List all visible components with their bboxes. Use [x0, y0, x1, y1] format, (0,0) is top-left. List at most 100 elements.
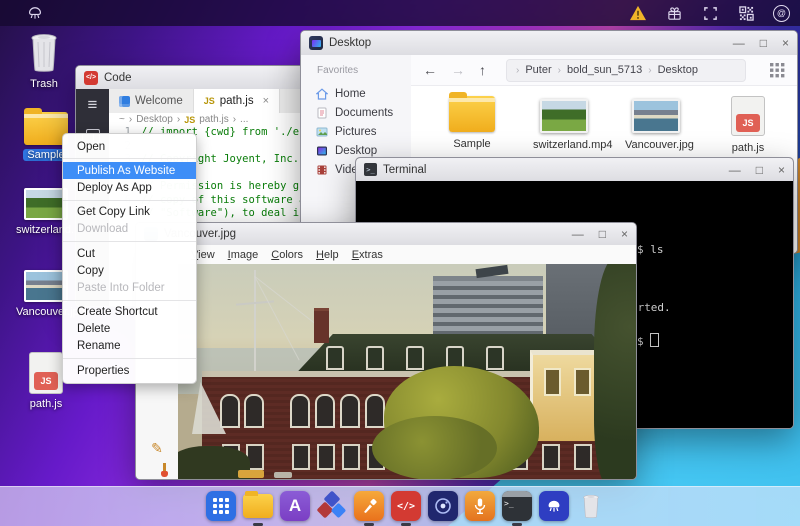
dock-item-terminal[interactable]: >_ — [501, 490, 533, 526]
sidebar-item-documents[interactable]: Documents — [301, 103, 411, 122]
minimize-icon[interactable]: — — [572, 228, 584, 240]
file-item-sample[interactable]: Sample — [441, 92, 503, 154]
qr-code-icon[interactable] — [737, 5, 755, 21]
photo-dormer — [366, 346, 384, 370]
terminal-cursor — [649, 333, 659, 347]
gift-icon[interactable] — [665, 5, 683, 21]
pencil-tool-icon[interactable]: ✎ — [136, 440, 178, 457]
picture-icon — [316, 127, 328, 136]
context-menu-item-rename[interactable]: Rename — [63, 338, 196, 355]
fullscreen-icon[interactable] — [701, 5, 719, 21]
context-menu-item-publish-as-website[interactable]: Publish As Website — [63, 162, 196, 180]
photo-cream-window — [574, 368, 591, 396]
minimize-icon[interactable]: — — [729, 164, 741, 176]
dock-item-files[interactable] — [242, 490, 274, 526]
menu-burger-icon[interactable]: ≡ — [76, 95, 109, 115]
breadcrumb-puter[interactable]: Puter — [525, 64, 551, 76]
tab-close-icon[interactable]: × — [263, 95, 269, 107]
photo-foreground-light — [238, 470, 264, 478]
menu-help[interactable]: Help — [316, 249, 339, 261]
js-badge-icon: JS — [203, 96, 215, 106]
maximize-icon[interactable]: □ — [760, 37, 767, 49]
dock-item-puter[interactable] — [538, 490, 570, 522]
minimize-icon[interactable]: — — [733, 37, 745, 49]
photo-arched-window — [220, 394, 240, 428]
desktop-app-icon — [309, 36, 323, 50]
account-icon[interactable]: @ — [773, 4, 790, 22]
menu-extras[interactable]: Extras — [352, 249, 383, 261]
dock-item-recorder[interactable] — [464, 490, 496, 522]
context-menu-item-properties[interactable]: Properties — [63, 362, 196, 379]
photo-right-tree — [594, 264, 636, 479]
files-window-titlebar[interactable]: Desktop — □ × — [301, 31, 797, 56]
back-icon[interactable]: ← — [423, 62, 437, 78]
window-controls: — □ × — [572, 228, 628, 240]
window-controls: — □ × — [729, 164, 785, 176]
dock-item-blocks[interactable] — [316, 490, 348, 522]
code-app-icon: </> — [84, 70, 98, 85]
dock-item-trash[interactable] — [575, 490, 607, 522]
context-menu-item-copy[interactable]: Copy — [63, 262, 196, 279]
warning-icon[interactable] — [629, 5, 647, 21]
file-grid: Sample switzerland.mp4 Vancouver.jpg JS … — [411, 86, 797, 154]
close-icon[interactable]: × — [621, 228, 628, 240]
tab-pathjs[interactable]: JS path.js × — [193, 89, 281, 113]
sidebar-item-pictures[interactable]: Pictures — [301, 122, 411, 141]
menu-separator — [63, 158, 196, 160]
viewer-menubar: View Image Colors Help Extras — [136, 245, 636, 265]
dock-item-camera[interactable] — [427, 490, 459, 522]
file-item-vancouver[interactable]: Vancouver.jpg — [625, 96, 694, 154]
context-menu-item-cut[interactable]: Cut — [63, 245, 196, 262]
file-item-pathjs[interactable]: JS path.js — [717, 96, 779, 154]
menu-image[interactable]: Image — [228, 249, 259, 261]
context-menu-item-delete[interactable]: Delete — [63, 321, 196, 338]
menu-separator — [63, 240, 196, 242]
home-icon — [316, 87, 328, 100]
video-thumbnail-icon — [540, 99, 588, 133]
context-menu-item-create-shortcut[interactable]: Create Shortcut — [63, 304, 196, 321]
dock-item-code-editor[interactable]: </> — [390, 490, 422, 526]
context-menu-item-get-copy-link[interactable]: Get Copy Link — [63, 204, 196, 221]
desktop-icon-trash[interactable]: Trash — [14, 32, 74, 90]
terminal-title: Terminal — [383, 163, 427, 176]
maximize-icon[interactable]: □ — [756, 164, 763, 176]
terminal-titlebar[interactable]: >_ Terminal — □ × — [356, 158, 793, 182]
microphone-icon — [465, 491, 495, 521]
dock-item-text-editor[interactable]: A — [279, 490, 311, 522]
close-icon[interactable]: × — [778, 164, 785, 176]
code-window-title: Code — [104, 71, 132, 84]
up-icon[interactable]: ↑ — [479, 62, 486, 78]
breadcrumb-user[interactable]: bold_sun_5713 — [567, 64, 642, 76]
photo-foreground-car — [274, 472, 292, 478]
path-breadcrumb[interactable]: › Puter › bold_sun_5713 › Desktop — [506, 58, 746, 82]
context-menu-item-open[interactable]: Open — [63, 138, 196, 155]
puter-logo-icon[interactable] — [24, 3, 46, 23]
image-viewer-window[interactable]: Vancouver.jpg — □ × View Image Colors He… — [135, 222, 637, 480]
puter-desktop: @ Trash Sample switzerland.mp4 Vancouver… — [0, 0, 800, 526]
context-menu-item-deploy-as-app[interactable]: Deploy As App — [63, 179, 196, 196]
maximize-icon[interactable]: □ — [599, 228, 606, 240]
dock-item-app-launcher[interactable] — [205, 490, 237, 522]
menu-separator — [63, 199, 196, 201]
terminal-prompt-line: $ — [637, 333, 659, 350]
viewer-titlebar[interactable]: Vancouver.jpg — □ × — [136, 223, 636, 246]
tab-welcome[interactable]: Welcome — [109, 89, 194, 113]
context-menu: Open Publish As Website Deploy As App Ge… — [62, 133, 197, 385]
forward-icon[interactable]: → — [451, 62, 465, 78]
menu-separator — [63, 299, 196, 301]
dock-items: A </> >_ — [205, 490, 607, 526]
breadcrumb-desktop[interactable]: Desktop — [658, 64, 698, 76]
image-thumbnail-icon — [632, 99, 680, 133]
file-item-switzerland[interactable]: switzerland.mp4 — [533, 96, 612, 154]
sidebar-item-home[interactable]: Home — [301, 84, 411, 103]
top-taskbar: @ — [0, 0, 800, 26]
files-window-title: Desktop — [329, 37, 372, 49]
dock-item-paint[interactable] — [353, 490, 385, 526]
grid-view-icon[interactable] — [770, 62, 785, 78]
terminal-app-icon: >_ — [364, 163, 377, 176]
puter-jellyfish-icon — [539, 491, 569, 521]
menu-colors[interactable]: Colors — [271, 249, 303, 261]
close-icon[interactable]: × — [782, 37, 789, 49]
trash-icon — [583, 494, 599, 518]
photo-canvas[interactable] — [178, 264, 636, 479]
